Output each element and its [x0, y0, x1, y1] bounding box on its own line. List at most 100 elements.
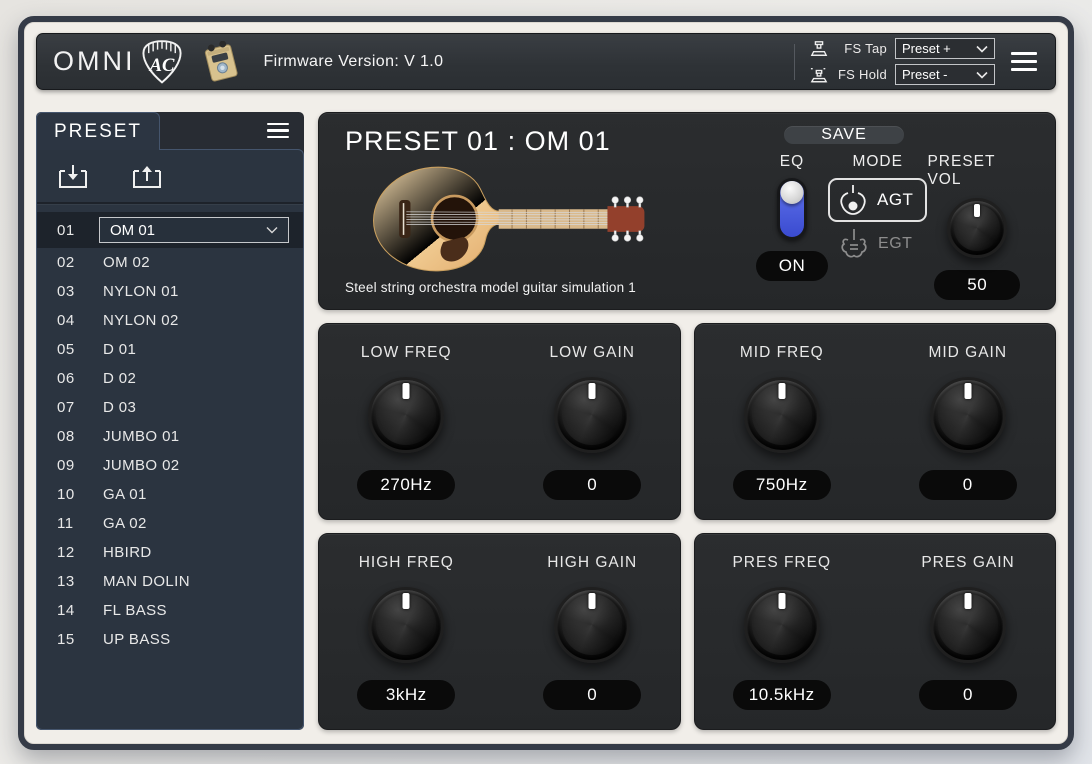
preset-name: D 01	[103, 341, 136, 358]
app-logo: OMNI AC	[53, 39, 184, 85]
fs-tap-label: FS Tap	[837, 41, 887, 56]
preset-list-item[interactable]: 10 GA 01	[37, 480, 303, 509]
preset-name: HBIRD	[103, 544, 152, 561]
preset-list-item[interactable]: 03 NYLON 01	[37, 277, 303, 306]
preset-list-panel: 01 OM 01 02 OM 02 03	[36, 149, 304, 730]
low-gain-knob[interactable]	[554, 377, 630, 453]
preset-name: JUMBO 02	[103, 457, 180, 474]
preset-list-item[interactable]: 14 FL BASS	[37, 596, 303, 625]
save-button[interactable]: SAVE	[784, 126, 904, 144]
preset-detail-panel: PRESET 01 : OM 01	[318, 112, 1056, 310]
high-freq-knob[interactable]	[368, 587, 444, 663]
knob-label: MID FREQ	[740, 344, 824, 362]
eq-toggle-switch[interactable]	[777, 178, 807, 240]
preset-list-item[interactable]: 11 GA 02	[37, 509, 303, 538]
preset-number: 14	[57, 602, 91, 619]
mode-option-agt[interactable]: AGT	[828, 178, 927, 222]
preset-name: OM 02	[103, 254, 150, 271]
preset-number: 13	[57, 573, 91, 590]
pedal-icon	[198, 41, 244, 83]
chevron-down-icon	[266, 226, 278, 234]
chevron-down-icon	[976, 45, 988, 53]
knob-group: HIGH GAIN 0	[543, 554, 641, 710]
knob-group: LOW FREQ 270Hz	[357, 344, 455, 500]
preset-list-item[interactable]: 05 D 01	[37, 335, 303, 364]
eq-label: EQ	[780, 153, 804, 171]
header-bar: OMNI AC	[36, 33, 1056, 90]
knob-indicator	[403, 383, 410, 399]
tab-preset[interactable]: PRESET	[36, 112, 160, 150]
preset-menu-button[interactable]	[265, 119, 291, 143]
fs-hold-label: FS Hold	[837, 67, 887, 82]
mid-gain-knob[interactable]	[930, 377, 1006, 453]
import-preset-button[interactable]	[57, 163, 89, 191]
knob-indicator	[589, 593, 596, 609]
acoustic-guitar-icon	[838, 184, 868, 216]
fs-tap-row: FS Tap Preset +	[809, 38, 995, 59]
preset-name: D 03	[103, 399, 136, 416]
preset-number: 05	[57, 341, 91, 358]
main-menu-button[interactable]	[1009, 48, 1039, 75]
electric-guitar-icon	[839, 228, 869, 260]
low-eq-panel: LOW FREQ 270Hz LOW GAIN 0	[318, 323, 681, 520]
mid-freq-knob[interactable]	[744, 377, 820, 453]
knob-label: PRES GAIN	[921, 554, 1014, 572]
preset-number: 06	[57, 370, 91, 387]
preset-list-item[interactable]: 04 NYLON 02	[37, 306, 303, 335]
knob-label: PRES FREQ	[732, 554, 831, 572]
preset-name-dropdown[interactable]: OM 01	[99, 217, 289, 243]
eq-control-group: EQ ON	[756, 153, 828, 300]
svg-text:AC: AC	[148, 54, 174, 75]
mode-agt-label: AGT	[877, 190, 913, 210]
preset-name: UP BASS	[103, 631, 171, 648]
pres-freq-knob[interactable]	[744, 587, 820, 663]
eq-state-badge: ON	[756, 251, 828, 281]
pres-gain-knob[interactable]	[930, 587, 1006, 663]
mode-egt-label: EGT	[878, 235, 912, 253]
preset-number: 15	[57, 631, 91, 648]
preset-list-item[interactable]: 09 JUMBO 02	[37, 451, 303, 480]
knob-label: MID GAIN	[928, 344, 1007, 362]
preset-number: 11	[57, 515, 91, 532]
preset-list-item[interactable]: 02 OM 02	[37, 248, 303, 277]
mode-option-egt[interactable]: EGT	[831, 222, 924, 260]
logo-text: OMNI	[53, 46, 136, 77]
mid-eq-panel: MID FREQ 750Hz MID GAIN 0	[694, 323, 1057, 520]
preset-name: D 02	[103, 370, 136, 387]
knob-label: HIGH FREQ	[359, 554, 454, 572]
knob-value: 0	[919, 470, 1017, 500]
preset-list-item[interactable]: 06 D 02	[37, 364, 303, 393]
knob-group: PRES GAIN 0	[919, 554, 1017, 710]
knob-value: 0	[543, 470, 641, 500]
knob-group: PRES FREQ 10.5kHz	[732, 554, 831, 710]
high-gain-knob[interactable]	[554, 587, 630, 663]
knob-value: 270Hz	[357, 470, 455, 500]
preset-list-item[interactable]: 08 JUMBO 01	[37, 422, 303, 451]
fs-tap-dropdown[interactable]: Preset +	[895, 38, 995, 59]
knob-group: LOW GAIN 0	[543, 344, 641, 500]
knob-value: 750Hz	[733, 470, 831, 500]
preset-list-item[interactable]: 07 D 03	[37, 393, 303, 422]
knob-value: 3kHz	[357, 680, 455, 710]
knob-label: HIGH GAIN	[547, 554, 637, 572]
fs-hold-dropdown[interactable]: Preset -	[895, 64, 995, 85]
fs-hold-row: FS Hold Preset -	[809, 64, 995, 85]
mode-control-group: MODE AGT	[828, 153, 927, 300]
knob-value: 10.5kHz	[733, 680, 831, 710]
knob-indicator	[974, 204, 980, 217]
eq-toggle-knob	[781, 181, 804, 204]
preset-name: NYLON 01	[103, 283, 179, 300]
preset-vol-knob[interactable]	[947, 198, 1007, 258]
preset-name: MAN DOLIN	[103, 573, 190, 590]
presence-eq-panel: PRES FREQ 10.5kHz PRES GAIN 0	[694, 533, 1057, 730]
low-freq-knob[interactable]	[368, 377, 444, 453]
preset-list-item[interactable]: 13 MAN DOLIN	[37, 567, 303, 596]
preset-list-item-selected[interactable]: 01 OM 01	[37, 212, 303, 248]
preset-title: PRESET 01 : OM 01	[345, 126, 730, 157]
preset-number: 12	[57, 544, 91, 561]
export-preset-button[interactable]	[131, 163, 163, 191]
preset-list-item[interactable]: 15 UP BASS	[37, 625, 303, 654]
preset-number: 01	[57, 222, 91, 239]
preset-sidebar: PRESET	[36, 112, 304, 730]
preset-list-item[interactable]: 12 HBIRD	[37, 538, 303, 567]
